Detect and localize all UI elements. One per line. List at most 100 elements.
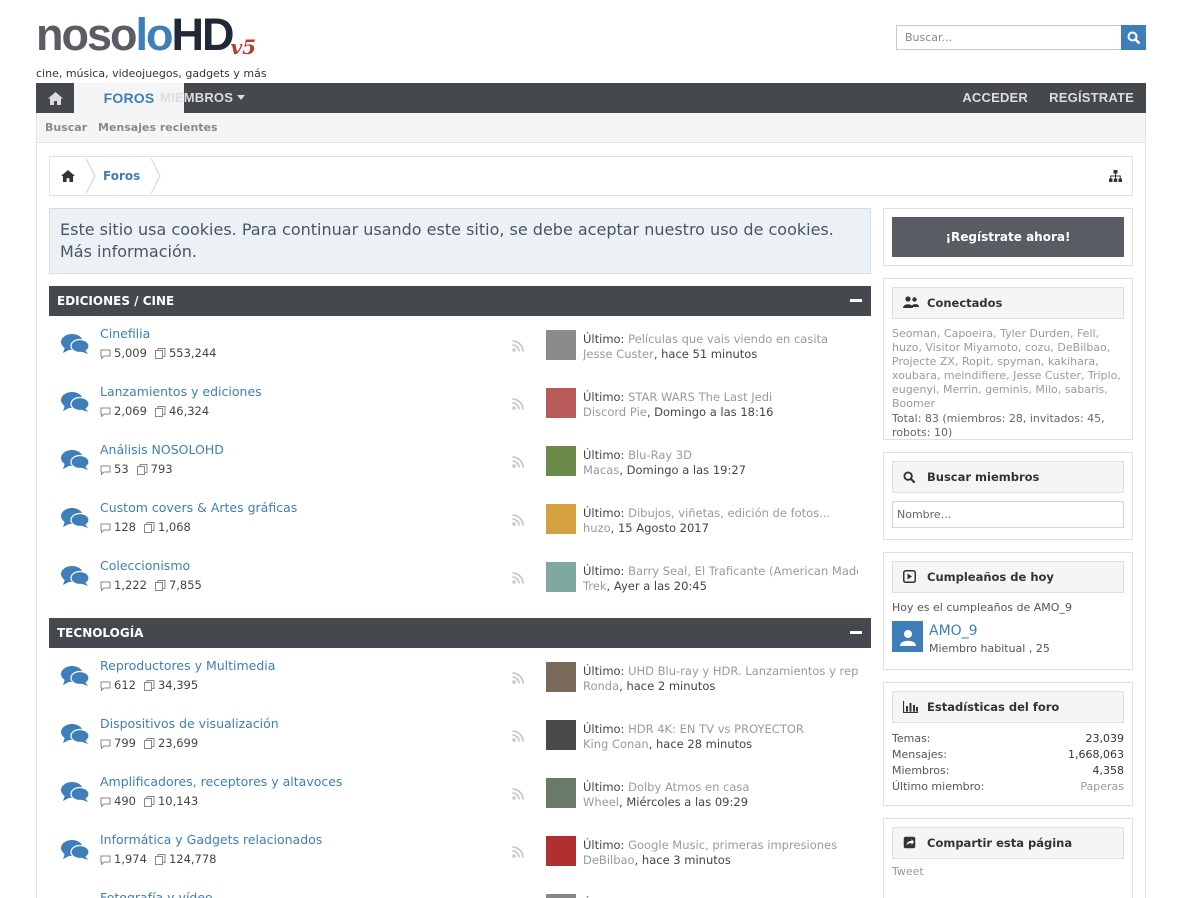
breadcrumb-separator bbox=[150, 157, 161, 195]
last-post-title[interactable]: Dibujos, viñetas, edición de fotos... bbox=[628, 506, 830, 520]
last-post-user[interactable]: Macas bbox=[583, 463, 619, 477]
stat-value: 23,039 bbox=[1085, 732, 1125, 745]
last-post-user[interactable]: Discord Pie bbox=[583, 405, 647, 419]
forum-row: Custom covers & Artes gráficas 128 1,068 Úl… bbox=[49, 490, 871, 548]
forum-name[interactable]: Fotografía y vídeo bbox=[100, 890, 213, 898]
last-post-title[interactable]: UHD Blu-ray y HDR. Lanzamientos y reprod… bbox=[628, 664, 858, 678]
logo-wordmark: nosoloHDv5 bbox=[36, 9, 257, 60]
rss-icon[interactable] bbox=[512, 572, 524, 587]
forum-name[interactable]: Coleccionismo bbox=[100, 558, 190, 573]
forum-name[interactable]: Lanzamientos y ediciones bbox=[100, 384, 262, 399]
avatar[interactable] bbox=[546, 894, 576, 898]
last-post-prefix: Último: bbox=[583, 838, 625, 852]
nav-miembros[interactable]: MIEMBROS bbox=[158, 83, 245, 113]
stat-row: Último miembro: Paperas bbox=[892, 779, 1124, 795]
last-post: Último: Películas que vais viendo en cas… bbox=[583, 332, 829, 361]
member-search-input[interactable]: Nombre... bbox=[892, 501, 1124, 528]
stat-label: Temas: bbox=[892, 732, 931, 745]
rss-icon[interactable] bbox=[512, 456, 524, 471]
avatar[interactable] bbox=[546, 504, 576, 534]
thread-count: 2,069 bbox=[114, 404, 147, 418]
last-post: Último: HDR 4K: EN TV vs PROYECTOR King C… bbox=[583, 722, 804, 751]
avatar[interactable] bbox=[546, 778, 576, 808]
avatar[interactable] bbox=[892, 621, 923, 652]
forum-stats: 53 793 bbox=[100, 462, 173, 476]
latest-member-link[interactable]: Paperas bbox=[1080, 779, 1124, 795]
online-user-list[interactable]: Seoman, Capoeira, Tyler Durden, Fell, hu… bbox=[892, 327, 1121, 410]
play-icon bbox=[903, 570, 916, 583]
last-post-time: Domingo a las 19:27 bbox=[626, 463, 746, 477]
panel-title: Conectados bbox=[927, 296, 1003, 310]
last-post-user[interactable]: huzo bbox=[583, 521, 611, 535]
rss-icon[interactable] bbox=[512, 730, 524, 745]
last-post-title[interactable]: Películas que vais viendo en casita bbox=[628, 332, 828, 346]
message-count: 793 bbox=[150, 462, 173, 476]
thread-count-icon bbox=[100, 465, 111, 475]
category-header[interactable]: EDICIONES / CINE bbox=[49, 286, 871, 316]
forum-name[interactable]: Reproductores y Multimedia bbox=[100, 658, 275, 673]
avatar[interactable] bbox=[546, 446, 576, 476]
collapse-icon[interactable] bbox=[850, 631, 862, 634]
forum-name[interactable]: Cinefilia bbox=[100, 326, 150, 341]
search-button[interactable] bbox=[1121, 25, 1146, 50]
last-post-title[interactable]: Google Music, primeras impresiones bbox=[628, 838, 837, 852]
birthday-user[interactable]: AMO_9 bbox=[929, 623, 978, 639]
collapse-icon[interactable] bbox=[850, 299, 862, 302]
rss-icon[interactable] bbox=[512, 846, 524, 861]
avatar[interactable] bbox=[546, 720, 576, 750]
avatar[interactable] bbox=[546, 330, 576, 360]
last-post-user[interactable]: DeBilbao bbox=[583, 853, 635, 867]
nav-registrate[interactable]: REGÍSTRATE bbox=[1049, 83, 1134, 113]
subnav-recientes[interactable]: Mensajes recientes bbox=[98, 113, 218, 143]
last-post-prefix: Último: bbox=[583, 506, 625, 520]
forum-name[interactable]: Informática y Gadgets relacionados bbox=[100, 832, 322, 847]
breadcrumb-home[interactable] bbox=[50, 157, 86, 195]
cookie-notice[interactable]: Este sitio usa cookies. Para continuar u… bbox=[49, 208, 871, 274]
panel-title: Compartir esta página bbox=[927, 836, 1073, 850]
last-post-user[interactable]: Jesse Custer bbox=[583, 347, 654, 361]
category-title: TECNOLOGÍA bbox=[57, 626, 144, 640]
last-post-prefix: Último: bbox=[583, 780, 625, 794]
search-input[interactable]: Buscar... bbox=[896, 25, 1122, 50]
rss-icon[interactable] bbox=[512, 672, 524, 687]
last-post-user[interactable]: Trek bbox=[583, 579, 607, 593]
rss-icon[interactable] bbox=[512, 398, 524, 413]
category-header[interactable]: TECNOLOGÍA bbox=[49, 618, 871, 648]
avatar[interactable] bbox=[546, 388, 576, 418]
last-post-title[interactable]: HDR 4K: EN TV vs PROYECTOR bbox=[628, 722, 804, 736]
last-post-title[interactable]: Dolby Atmos en casa bbox=[628, 780, 749, 794]
last-post-time: hace 3 minutos bbox=[641, 853, 731, 867]
stat-label: Miembros: bbox=[892, 764, 950, 777]
register-button[interactable]: ¡Regístrate ahora! bbox=[892, 217, 1124, 257]
last-post: Último: Barry Seal, El Traficante (Ameri… bbox=[583, 564, 858, 594]
tweet-button[interactable]: Tweet bbox=[892, 865, 924, 878]
forum-name[interactable]: Análisis NOSOLOHD bbox=[100, 442, 224, 457]
last-post-title[interactable]: Barry Seal, El Traficante (American Made… bbox=[628, 564, 858, 578]
subnav-buscar[interactable]: Buscar bbox=[45, 113, 87, 143]
forum-name[interactable]: Dispositivos de visualización bbox=[100, 716, 279, 731]
avatar[interactable] bbox=[546, 562, 576, 592]
last-post-user[interactable]: Wheel bbox=[583, 795, 619, 809]
nav-home[interactable] bbox=[36, 83, 74, 113]
last-post-user[interactable]: Ronda bbox=[583, 679, 619, 693]
forum-stats: 5,009 553,244 bbox=[100, 346, 217, 360]
avatar[interactable] bbox=[546, 662, 576, 692]
last-post-title[interactable]: STAR WARS The Last Jedi bbox=[628, 390, 772, 404]
stat-row: Temas: 23,039 bbox=[892, 731, 1124, 747]
nav-acceder[interactable]: ACCEDER bbox=[962, 83, 1028, 113]
site-logo[interactable]: nosoloHDv5 cine, música, videojuegos, ga… bbox=[36, 9, 267, 81]
sitemap-icon[interactable] bbox=[1109, 170, 1122, 185]
rss-icon[interactable] bbox=[512, 340, 524, 355]
avatar[interactable] bbox=[546, 836, 576, 866]
stat-value: 1,668,063 bbox=[1068, 748, 1124, 761]
rss-icon[interactable] bbox=[512, 788, 524, 803]
panel-title: Estadísticas del foro bbox=[927, 700, 1060, 714]
breadcrumb-foros[interactable]: Foros bbox=[103, 157, 140, 195]
birthday-panel: Cumpleaños de hoy Hoy es el cumpleaños d… bbox=[883, 552, 1133, 670]
forum-name[interactable]: Custom covers & Artes gráficas bbox=[100, 500, 297, 515]
forum-name[interactable]: Amplificadores, receptores y altavoces bbox=[100, 774, 342, 789]
last-post-title[interactable]: Blu-Ray 3D bbox=[628, 448, 692, 462]
last-post-user[interactable]: King Conan bbox=[583, 737, 649, 751]
online-users: Seoman, Capoeira, Tyler Durden, Fell, hu… bbox=[892, 327, 1126, 440]
rss-icon[interactable] bbox=[512, 514, 524, 529]
